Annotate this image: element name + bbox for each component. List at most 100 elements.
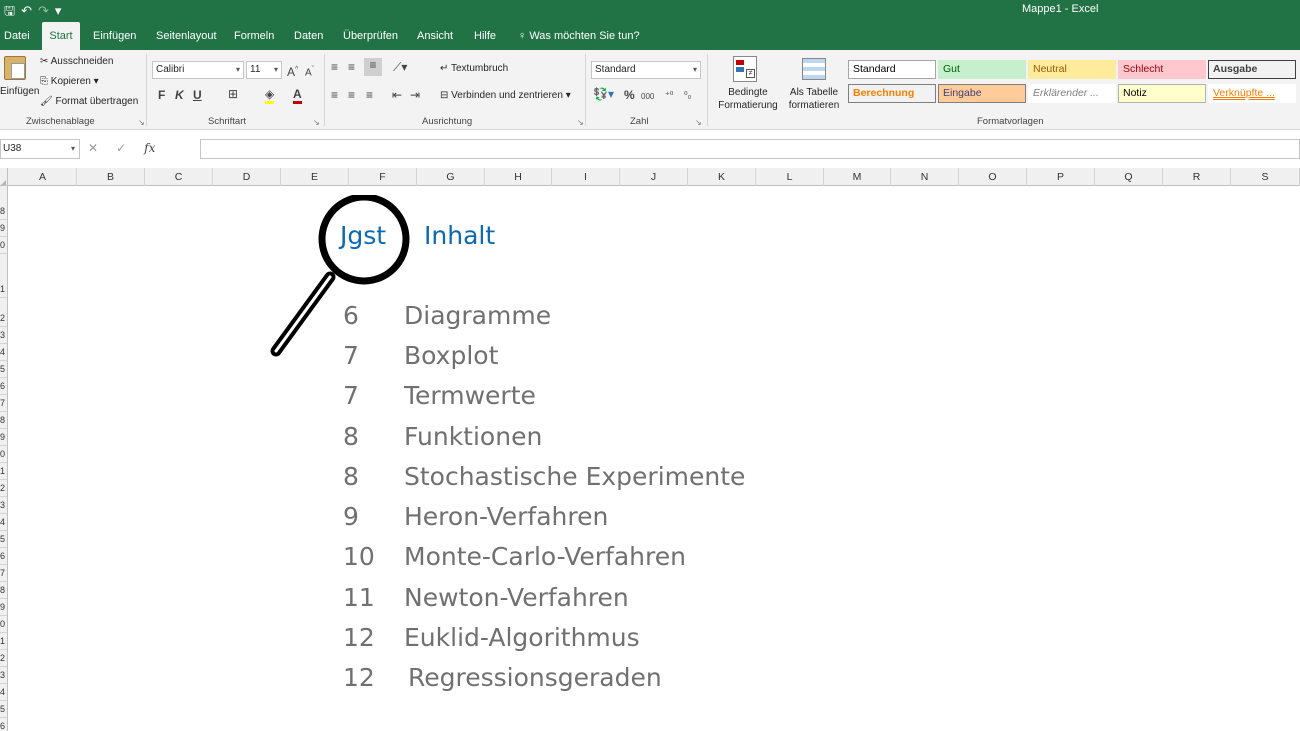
row-header[interactable]: 0 [0,237,7,254]
formula-input[interactable] [200,139,1300,159]
thousands-button[interactable]: 000 [641,90,654,104]
tab-einfuegen[interactable]: Einfügen [89,22,140,50]
underline-button[interactable]: U [193,88,202,102]
increase-decimal-icon[interactable]: ⁺⁰ [665,88,673,102]
increase-indent-icon[interactable]: ⇥ [410,88,420,102]
style-verknuepfte[interactable]: Verknüpfte ... [1208,84,1296,103]
column-header[interactable]: S [1231,168,1300,186]
conditional-formatting-icon[interactable]: ≠ [733,56,757,82]
bold-button[interactable]: F [158,88,165,102]
row-header[interactable]: 0 [0,616,7,633]
style-notiz[interactable]: Notiz [1118,84,1206,103]
row-header[interactable]: 9 [0,220,7,237]
align-center-icon[interactable]: ≡ [348,88,355,102]
border-icon[interactable]: ⊞ [228,87,238,101]
column-header[interactable]: J [620,168,688,186]
number-launcher-icon[interactable]: ↘ [695,118,702,127]
merge-center-button[interactable]: ⊟ Verbinden und zentrieren ▾ [440,90,571,101]
select-all-button[interactable] [0,168,8,186]
tab-start[interactable]: Start [42,22,80,50]
style-schlecht[interactable]: Schlecht [1118,60,1206,79]
row-header[interactable]: 6 [0,548,7,565]
column-header[interactable]: R [1163,168,1231,186]
alignment-launcher-icon[interactable]: ↘ [577,118,584,127]
row-header[interactable]: 4 [0,514,7,531]
percent-button[interactable]: % [624,88,635,102]
cut-button[interactable]: ✂ Ausschneiden [40,56,113,67]
row-header[interactable]: 3 [0,327,7,344]
row-header[interactable]: 7 [0,395,7,412]
style-gut[interactable]: Gut [938,60,1026,79]
wrap-text-button[interactable]: ↵ Textumbruch [440,63,508,74]
row-header[interactable]: 4 [0,684,7,701]
font-color-icon[interactable]: A [293,87,302,104]
row-header[interactable]: 2 [0,310,7,327]
tab-daten[interactable]: Daten [290,22,327,50]
format-as-table-icon[interactable] [802,58,826,80]
enter-icon[interactable]: ✓ [116,141,126,155]
row-header[interactable]: 6 [0,718,7,731]
italic-button[interactable]: K [175,88,184,102]
column-header[interactable]: D [213,168,281,186]
name-box[interactable]: U38 ▾ [0,139,80,159]
column-header[interactable]: I [552,168,620,186]
row-header[interactable]: 9 [0,429,7,446]
copy-button[interactable]: ⎘ Kopieren ▾ [40,76,99,87]
insert-function-icon[interactable]: fx [144,141,155,155]
row-header[interactable]: 3 [0,497,7,514]
align-left-icon[interactable]: ≡ [331,88,338,102]
row-header[interactable]: 2 [0,480,7,497]
fill-color-icon[interactable]: ◈ [265,87,275,104]
tab-ueberpruefen[interactable]: Überprüfen [339,22,402,50]
tab-hilfe[interactable]: Hilfe [470,22,500,50]
column-header[interactable]: K [688,168,756,186]
row-header[interactable]: 5 [0,361,7,378]
column-header[interactable]: L [756,168,824,186]
conditional-formatting-button[interactable]: Bedingte Formatierung [711,86,785,112]
align-right-icon[interactable]: ≡ [366,88,373,102]
undo-icon[interactable]: ↶ [21,2,32,20]
align-middle-icon[interactable]: ≡ [348,60,355,74]
row-header[interactable]: 5 [0,531,7,548]
align-top-icon[interactable]: ≡ [331,60,338,74]
column-header[interactable]: B [77,168,145,186]
grow-font-icon[interactable]: A^ [287,63,298,79]
row-header[interactable]: 4 [0,344,7,361]
save-icon[interactable]: 🖫 [4,2,15,20]
column-header[interactable]: C [145,168,213,186]
paste-icon[interactable] [4,56,26,80]
clipboard-launcher-icon[interactable]: ↘ [138,118,145,127]
customize-toolbar-icon[interactable]: ▾ [55,2,62,20]
row-header[interactable]: 0 [0,446,7,463]
style-eingabe[interactable]: Eingabe [938,84,1026,103]
tab-seitenlayout[interactable]: Seitenlayout [152,22,221,50]
orientation-icon[interactable]: ⟋▾ [393,60,407,74]
number-format-select[interactable]: Standard ▾ [591,61,701,79]
column-header[interactable]: E [281,168,349,186]
column-header[interactable]: P [1027,168,1095,186]
row-header[interactable]: 2 [0,650,7,667]
style-erklaerender[interactable]: Erklärender ... [1028,84,1116,103]
font-name-select[interactable]: Calibri ▾ [152,61,244,79]
tab-datei[interactable]: Datei [0,22,34,50]
align-bottom-icon[interactable]: ≡ [364,58,382,76]
column-header[interactable]: O [959,168,1027,186]
row-header[interactable]: 8 [0,412,7,429]
row-header[interactable]: 3 [0,667,7,684]
row-header[interactable]: 1 [0,281,7,298]
currency-icon[interactable]: 💱▾ [593,87,614,101]
row-header[interactable]: 1 [0,463,7,480]
redo-icon[interactable]: ↷ [38,2,49,20]
row-header[interactable]: 8 [0,582,7,599]
decrease-indent-icon[interactable]: ⇤ [392,88,402,102]
column-header[interactable]: H [485,168,552,186]
column-header[interactable]: G [417,168,485,186]
paste-button[interactable]: Einfügen [0,86,39,97]
row-header[interactable]: 7 [0,565,7,582]
row-header[interactable]: 5 [0,701,7,718]
style-neutral[interactable]: Neutral [1028,60,1116,79]
row-header[interactable]: 9 [0,599,7,616]
tab-ansicht[interactable]: Ansicht [413,22,457,50]
font-launcher-icon[interactable]: ↘ [313,118,320,127]
column-header[interactable]: A [9,168,77,186]
